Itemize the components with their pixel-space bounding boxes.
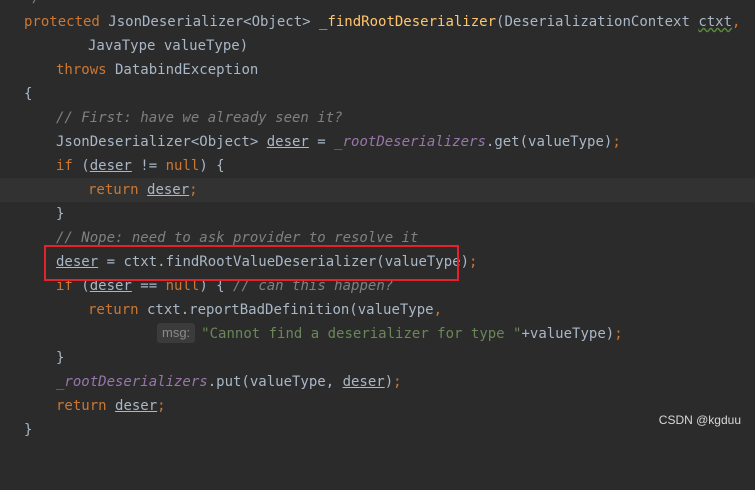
var-deser: deser [147,182,190,198]
watermark: CSDN @kgduu [658,413,741,427]
code-line-4[interactable]: { [0,82,755,106]
keyword-return: return [88,182,139,198]
var-deser: deser [342,374,385,390]
code-editor[interactable]: */ protected JsonDeserializer<Object> _f… [0,0,755,438]
code-line-7[interactable]: if (deser != null) { [0,154,755,178]
statement-get: JsonDeserializer<Object> deser = _rootDe… [56,130,621,154]
close-brace: } [56,206,65,222]
code-line-0[interactable]: */ [0,0,755,10]
field-root-deserializers: _rootDeserializers [56,374,208,390]
statement-put: _rootDeserializers.put(valueType, deser)… [56,370,402,394]
semicolon: ; [614,326,623,342]
method-name: _findRootDeserializer [319,14,497,30]
param-comma: , [732,14,741,30]
put-call: .put(valueType, [207,374,343,390]
comment-end: */ [24,0,41,10]
var-deser: deser [115,398,158,414]
code-line-17[interactable]: return deser; [0,394,755,418]
semicolon: ; [157,398,166,414]
return-type: JsonDeserializer<Object> [99,14,320,30]
exception-type: DatabindException [106,62,259,78]
var-deser: deser [89,158,132,174]
keyword-return: return [88,302,139,318]
comma: , [433,302,443,318]
code-line-18[interactable]: } [0,418,755,442]
concat-valuetype: +valueType) [521,326,615,342]
comment-first: // First: have we already seen it? [56,110,343,126]
semicolon: ; [469,254,478,270]
return-report: return ctxt.reportBadDefinition(valueTyp… [88,298,442,322]
code-line-6[interactable]: JsonDeserializer<Object> deser = _rootDe… [0,130,755,154]
var-deser: deser [266,134,309,150]
paren-open: ( [72,158,90,174]
paren-close: ) [384,374,394,390]
code-line-14[interactable]: msg: "Cannot find a deserializer for type… [0,322,755,346]
method-signature: protected JsonDeserializer<Object> _find… [24,10,740,34]
highlight-box [44,245,459,281]
open-brace: { [24,86,33,102]
keyword-return: return [56,398,107,414]
return-final: return deser; [56,394,166,418]
code-line-15[interactable]: } [0,346,755,370]
param-hint-msg: msg: [157,323,196,343]
close-brace: } [56,350,65,366]
params-start: (DeserializationContext [496,14,699,30]
keyword-null: null [165,158,200,174]
code-line-16[interactable]: _rootDeserializers.put(valueType, deser)… [0,370,755,394]
report-message: msg: "Cannot find a deserializer for type… [157,322,623,346]
semicolon: ; [612,134,621,150]
code-line-9[interactable]: } [0,202,755,226]
keyword-protected: protected [24,14,100,30]
return-deser: return deser; [88,178,198,202]
code-line-3[interactable]: throws DatabindException [0,58,755,82]
keyword-if: if [56,158,73,174]
code-line-8[interactable]: return deser; [0,178,755,202]
code-line-13[interactable]: return ctxt.reportBadDefinition(valueTyp… [0,298,755,322]
param-ctxt: ctxt [698,14,733,30]
throws-clause: throws DatabindException [56,58,258,82]
var-type: JsonDeserializer<Object> [56,134,267,150]
report-call: ctxt.reportBadDefinition(valueType [138,302,434,318]
code-line-1[interactable]: protected JsonDeserializer<Object> _find… [0,10,755,34]
field-root-deserializers: _rootDeserializers [334,134,486,150]
close-brace-method: } [24,422,33,438]
code-line-5[interactable]: // First: have we already seen it? [0,106,755,130]
paren-close: ) { [199,158,225,174]
code-line-2[interactable]: JavaType valueType) [0,34,755,58]
op-not-equal: != [131,158,166,174]
if-not-null: if (deser != null) { [56,154,225,178]
get-call: .get(valueType) [485,134,613,150]
keyword-throws: throws [56,62,107,78]
semicolon: ; [189,182,198,198]
assign-op: = [308,134,335,150]
semicolon: ; [393,374,402,390]
string-literal: "Cannot find a deserializer for type " [201,326,522,342]
param-valuetype: JavaType valueType) [88,38,249,54]
